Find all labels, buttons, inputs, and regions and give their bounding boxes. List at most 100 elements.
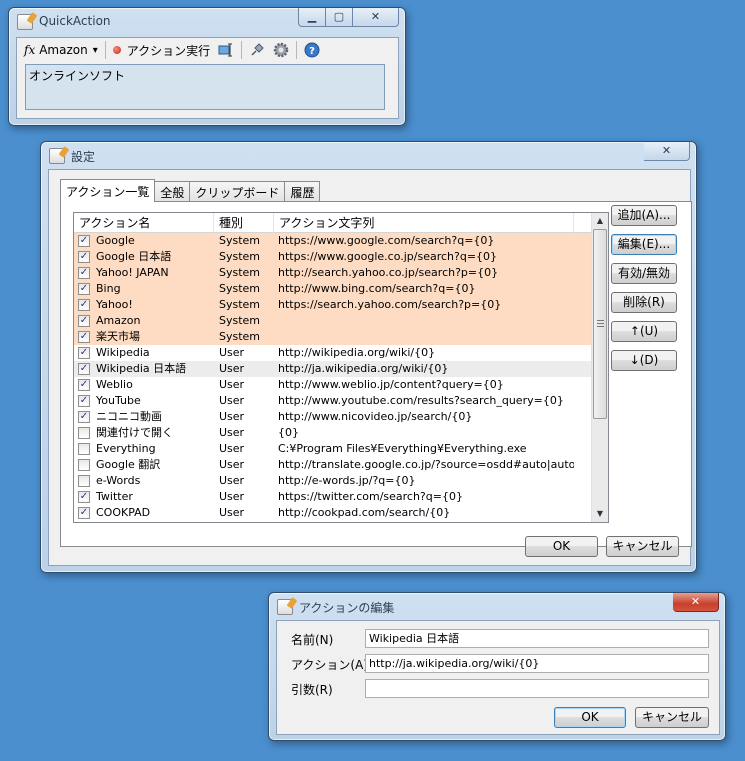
engine-dropdown[interactable]: fx Amazon ▾ xyxy=(20,39,102,61)
move-up-button[interactable]: ↑(U) xyxy=(611,321,677,342)
enable-checkbox[interactable]: ✓ xyxy=(78,315,90,327)
close-button[interactable]: ✕ xyxy=(353,8,399,27)
quickaction-titlebar[interactable]: QuickAction ▁ ▢ ✕ xyxy=(9,8,405,36)
tab-general[interactable]: 全般 xyxy=(154,181,191,201)
table-row[interactable]: e-Words User http://e-words.jp/?q={0} xyxy=(74,473,608,489)
ok-button[interactable]: OK xyxy=(525,536,598,557)
action-string: http://translate.google.co.jp/?source=os… xyxy=(278,458,574,471)
vertical-scrollbar[interactable]: ▲ ▼ xyxy=(591,213,608,522)
settings-titlebar[interactable]: 設定 ✕ xyxy=(41,142,696,170)
table-row[interactable]: ✓ Google 日本語 System https://www.google.co.j… xyxy=(74,249,608,265)
scroll-up-arrow-icon[interactable]: ▲ xyxy=(592,213,608,229)
enable-checkbox[interactable]: ✓ xyxy=(78,491,90,503)
table-row[interactable]: ✓ 楽天市場 System xyxy=(74,329,608,345)
action-field[interactable]: http://ja.wikipedia.org/wiki/{0} xyxy=(365,654,709,673)
quickaction-window: QuickAction ▁ ▢ ✕ fx Amazon ▾ アクション実行 ? … xyxy=(8,7,406,126)
table-row[interactable]: Google 翻訳 User http://translate.google.co.… xyxy=(74,457,608,473)
action-name: Amazon xyxy=(96,314,141,327)
table-row[interactable]: Everything User C:¥Program Files¥Everythin… xyxy=(74,441,608,457)
table-row[interactable]: ✓ Weblio User http://www.weblio.jp/content?… xyxy=(74,377,608,393)
cancel-button[interactable]: キャンセル xyxy=(606,536,679,557)
action-name: Yahoo! xyxy=(96,298,133,311)
maximize-button[interactable]: ▢ xyxy=(326,8,353,27)
name-cell: ✓ Bing xyxy=(74,281,214,297)
table-row[interactable]: ✓ Yahoo! JAPAN System http://search.yahoo.c… xyxy=(74,265,608,281)
minimize-button[interactable]: ▁ xyxy=(298,8,326,27)
text-cursor-button[interactable] xyxy=(214,39,238,61)
settings-button[interactable] xyxy=(269,39,293,61)
toggle-enable-button[interactable]: 有効/無効 xyxy=(611,263,677,284)
column-header-action[interactable]: アクション文字列 xyxy=(274,213,574,233)
table-row[interactable]: ✓ ニコニコ動画 User http://www.nicovideo.jp/searc… xyxy=(74,409,608,425)
close-button[interactable]: ✕ xyxy=(644,142,690,161)
table-row[interactable]: ✓ Twitter User https://twitter.com/search?q… xyxy=(74,489,608,505)
pin-button[interactable] xyxy=(245,39,269,61)
selected-text-box[interactable]: オンラインソフト xyxy=(25,64,385,110)
action-type: User xyxy=(219,394,245,407)
delete-button[interactable]: 削除(R) xyxy=(611,292,677,313)
gear-icon xyxy=(273,42,289,58)
name-cell: 関連付けで開く xyxy=(74,425,214,441)
move-down-button[interactable]: ↓(D) xyxy=(611,350,677,371)
action-list[interactable]: アクション名 種別 アクション文字列 ✓ Google System https://… xyxy=(73,212,609,523)
help-button[interactable]: ? xyxy=(300,39,324,61)
action-string: {0} xyxy=(278,426,299,439)
name-cell: ✓ Google xyxy=(74,233,214,249)
table-row[interactable]: ✓ YouTube User http://www.youtube.com/resul… xyxy=(74,393,608,409)
action-name: Google 日本語 xyxy=(96,250,172,263)
tab-history[interactable]: 履歴 xyxy=(284,181,321,201)
enable-checkbox[interactable]: ✓ xyxy=(78,299,90,311)
enable-checkbox[interactable] xyxy=(78,443,90,455)
action-string: http://ja.wikipedia.org/wiki/{0} xyxy=(278,362,449,375)
name-cell: Everything xyxy=(74,441,214,457)
action-type: User xyxy=(219,506,245,519)
close-button[interactable]: ✕ xyxy=(673,593,719,612)
enable-checkbox[interactable] xyxy=(78,459,90,471)
enable-checkbox[interactable]: ✓ xyxy=(78,251,90,263)
enable-checkbox[interactable]: ✓ xyxy=(78,363,90,375)
table-row[interactable]: ✓ Bing System http://www.bing.com/search?q=… xyxy=(74,281,608,297)
enable-checkbox[interactable]: ✓ xyxy=(78,507,90,519)
edit-dialog-titlebar[interactable]: アクションの編集 ✕ xyxy=(269,593,725,621)
enable-checkbox[interactable]: ✓ xyxy=(78,331,90,343)
enable-checkbox[interactable]: ✓ xyxy=(78,283,90,295)
tab-action-list[interactable]: アクション一覧 xyxy=(60,179,156,202)
add-button[interactable]: 追加(A)... xyxy=(611,205,677,226)
enable-checkbox[interactable]: ✓ xyxy=(78,235,90,247)
args-field[interactable] xyxy=(365,679,709,698)
help-icon: ? xyxy=(304,42,320,58)
table-row[interactable]: ✓ Yahoo! System https://search.yahoo.com/se… xyxy=(74,297,608,313)
app-icon xyxy=(17,14,33,30)
table-row[interactable]: ✓ Wikipedia User http://wikipedia.org/wiki/… xyxy=(74,345,608,361)
tab-clipboard[interactable]: クリップボード xyxy=(189,181,286,201)
enable-checkbox[interactable]: ✓ xyxy=(78,347,90,359)
cancel-button[interactable]: キャンセル xyxy=(635,707,709,728)
table-row[interactable]: ✓ Google System https://www.google.com/sear… xyxy=(74,233,608,249)
action-type: User xyxy=(219,490,245,503)
name-field[interactable]: Wikipedia 日本語 xyxy=(365,629,709,648)
enable-checkbox[interactable]: ✓ xyxy=(78,379,90,391)
action-type: User xyxy=(219,474,245,487)
ok-button[interactable]: OK xyxy=(554,707,626,728)
grip-icon xyxy=(597,320,604,327)
execute-action-button[interactable]: アクション実行 xyxy=(109,39,214,61)
action-type: User xyxy=(219,410,245,423)
edit-button[interactable]: 編集(E)... xyxy=(611,234,677,255)
column-header-name[interactable]: アクション名 xyxy=(74,213,214,233)
enable-checkbox[interactable]: ✓ xyxy=(78,395,90,407)
table-row[interactable]: ✓ COOKPAD User http://cookpad.com/search/{0… xyxy=(74,505,608,521)
enable-checkbox[interactable]: ✓ xyxy=(78,411,90,423)
table-row[interactable]: ✓ Wikipedia 日本語 User http://ja.wikipedia.or… xyxy=(74,361,608,377)
table-row[interactable]: ✓ Amazon System xyxy=(74,313,608,329)
settings-client: アクション一覧 全般 クリップボード 履歴 アクション名 種別 アクション文字列… xyxy=(48,169,692,566)
action-name: Wikipedia 日本語 xyxy=(96,362,187,375)
column-header-type[interactable]: 種別 xyxy=(214,213,274,233)
scroll-thumb[interactable] xyxy=(593,229,607,419)
enable-checkbox[interactable] xyxy=(78,475,90,487)
enable-checkbox[interactable]: ✓ xyxy=(78,267,90,279)
enable-checkbox[interactable] xyxy=(78,427,90,439)
table-row[interactable]: 関連付けで開く User {0} xyxy=(74,425,608,441)
scroll-down-arrow-icon[interactable]: ▼ xyxy=(592,506,608,522)
chevron-down-icon: ▾ xyxy=(92,44,98,56)
name-cell: ✓ COOKPAD xyxy=(74,505,214,521)
